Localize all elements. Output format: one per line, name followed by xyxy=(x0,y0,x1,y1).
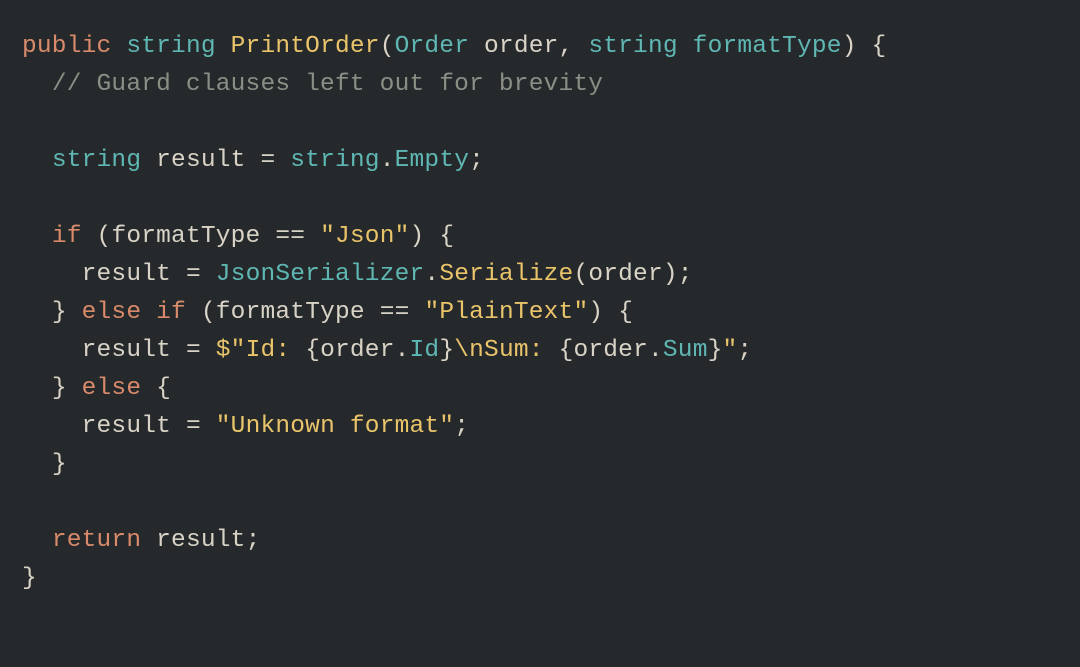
dot: . xyxy=(424,261,439,288)
method-serialize: Serialize xyxy=(439,261,573,288)
function-name: PrintOrder xyxy=(231,33,380,60)
brace-close: } xyxy=(52,451,67,478)
paren-close: ) xyxy=(410,223,425,250)
keyword-else: else xyxy=(82,299,142,326)
keyword-if: if xyxy=(52,223,82,250)
class-jsonserializer: JsonSerializer xyxy=(216,261,425,288)
comment: // Guard clauses left out for brevity xyxy=(52,71,603,98)
var-formattype: formatType xyxy=(216,299,365,326)
paren-close: ) xyxy=(842,33,857,60)
equals-op: == xyxy=(260,223,320,250)
brace-close: } xyxy=(52,375,67,402)
brace-open: { xyxy=(559,337,574,364)
type-string: string xyxy=(290,147,379,174)
var-formattype: formatType xyxy=(111,223,260,250)
paren-close: ) xyxy=(588,299,603,326)
var-result: result xyxy=(82,413,171,440)
brace-close: } xyxy=(52,299,67,326)
prop-id: Id xyxy=(410,337,440,364)
var-order: order xyxy=(588,261,663,288)
keyword-public: public xyxy=(22,33,111,60)
var-order: order xyxy=(320,337,395,364)
brace-open: { xyxy=(156,375,171,402)
brace-open: { xyxy=(439,223,454,250)
var-order: order xyxy=(573,337,648,364)
param-formattype: formatType xyxy=(693,33,842,60)
paren-open: ( xyxy=(573,261,588,288)
string-interp-mid: \nSum: xyxy=(454,337,558,364)
dot: . xyxy=(648,337,663,364)
brace-close: } xyxy=(439,337,454,364)
type-string: string xyxy=(126,33,215,60)
var-result: result xyxy=(82,337,171,364)
type-order: Order xyxy=(395,33,470,60)
assign: = xyxy=(246,147,291,174)
keyword-if: if xyxy=(156,299,186,326)
brace-open: { xyxy=(872,33,887,60)
comma: , xyxy=(559,33,589,60)
brace-open: { xyxy=(305,337,320,364)
var-result: result xyxy=(156,147,245,174)
semicolon: ; xyxy=(737,337,752,364)
equals-op: == xyxy=(365,299,425,326)
keyword-else: else xyxy=(82,375,142,402)
code-block: public string PrintOrder(Order order, st… xyxy=(0,0,1080,626)
semicolon: ; xyxy=(454,413,469,440)
paren-open: ( xyxy=(380,33,395,60)
paren-close: ) xyxy=(663,261,678,288)
string-interp-end: " xyxy=(723,337,738,364)
paren-open: ( xyxy=(97,223,112,250)
semicolon: ; xyxy=(469,147,484,174)
semicolon: ; xyxy=(246,527,261,554)
string-unknown: "Unknown format" xyxy=(216,413,454,440)
semicolon: ; xyxy=(678,261,693,288)
brace-close: } xyxy=(22,565,37,592)
paren-open: ( xyxy=(201,299,216,326)
string-plaintext: "PlainText" xyxy=(424,299,588,326)
string-interp-start: $"Id: xyxy=(216,337,305,364)
type-string: string xyxy=(588,33,677,60)
assign: = xyxy=(171,413,216,440)
param-order: order xyxy=(484,33,559,60)
type-string: string xyxy=(52,147,141,174)
prop-sum: Sum xyxy=(663,337,708,364)
assign: = xyxy=(171,261,216,288)
dot: . xyxy=(380,147,395,174)
brace-close: } xyxy=(708,337,723,364)
prop-empty: Empty xyxy=(395,147,470,174)
var-result: result xyxy=(82,261,171,288)
var-result: result xyxy=(156,527,245,554)
string-json: "Json" xyxy=(320,223,409,250)
dot: . xyxy=(395,337,410,364)
keyword-return: return xyxy=(52,527,141,554)
brace-open: { xyxy=(618,299,633,326)
assign: = xyxy=(171,337,216,364)
